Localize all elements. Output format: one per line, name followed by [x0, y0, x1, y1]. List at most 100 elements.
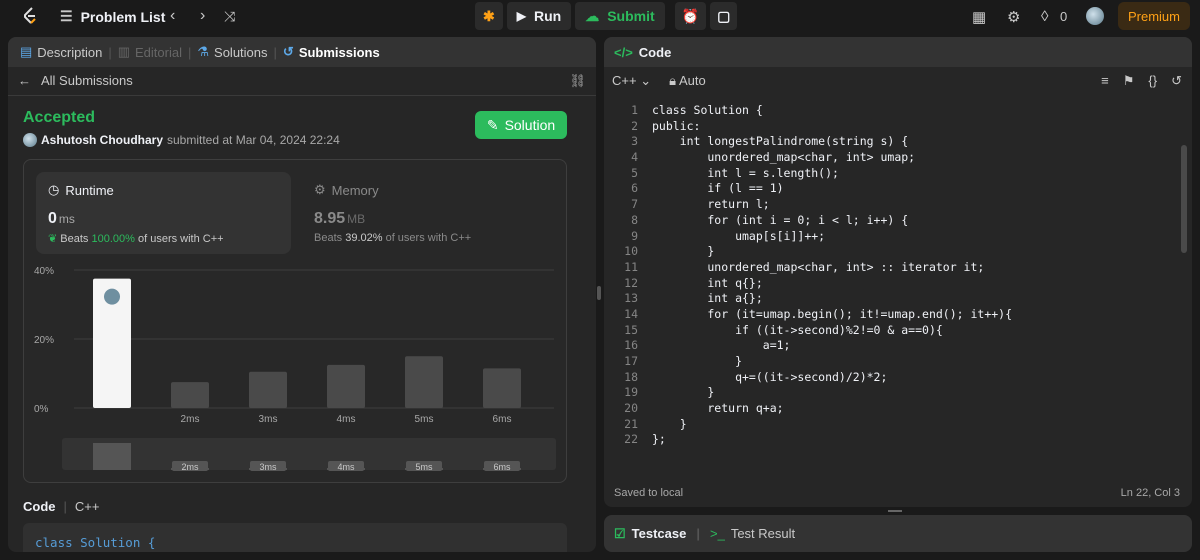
bug-icon: ✱: [483, 7, 495, 24]
memory-stat[interactable]: ⚙ Memory 8.95 MB Beats 39.02% of users wit…: [302, 172, 557, 254]
submit-button[interactable]: ☁ Submit: [575, 2, 665, 30]
shuffle-icon[interactable]: ⤨: [224, 8, 235, 24]
line-text: }: [652, 416, 687, 431]
next-problem-icon[interactable]: ›: [200, 8, 205, 24]
code-line[interactable]: 3 int longestPalindrome(string s) {: [604, 134, 1192, 150]
tab-editorial[interactable]: ▥ Editorial: [118, 44, 182, 60]
code-line[interactable]: 4 unordered_map<char, int> umap;: [604, 150, 1192, 166]
premium-button[interactable]: Premium: [1118, 2, 1190, 30]
line-number: 2: [631, 118, 638, 133]
code-line[interactable]: 21 }: [604, 417, 1192, 433]
submission-meta: Ashutosh Choudhary submitted at Mar 04, …: [23, 133, 340, 147]
horizontal-resize-handle[interactable]: [888, 510, 902, 512]
y-tick-label: 0%: [34, 404, 49, 415]
line-number: 7: [631, 197, 638, 212]
code-line[interactable]: 11 unordered_map<char, int> :: iterator …: [604, 260, 1192, 276]
runtime-beats-prefix: Beats: [60, 233, 89, 245]
code-line[interactable]: 6 if (l == 1): [604, 181, 1192, 197]
submitter-name[interactable]: Ashutosh Choudhary: [41, 133, 163, 147]
code-line[interactable]: 15 if ((it->second)%2!=0 & a==0){: [604, 323, 1192, 339]
code-line[interactable]: 7 return l;: [604, 197, 1192, 213]
auto-mode[interactable]: 🔒︎ Auto: [669, 73, 706, 89]
code-line[interactable]: 8 for (int i = 0; i < l; i++) {: [604, 213, 1192, 229]
braces-icon[interactable]: {}: [1148, 73, 1157, 89]
gear-icon[interactable]: ⚙: [1007, 8, 1020, 26]
code-line[interactable]: 22};: [604, 432, 1192, 448]
test-panel: ☑ Testcase | >_ Test Result: [604, 515, 1192, 552]
code-editor-panel: </> Code C++ ⌄ 🔒︎ Auto ≡ ⚑ {} ↺ 1 class S…: [604, 37, 1192, 507]
code-line[interactable]: 20 return q+a;: [604, 401, 1192, 417]
code-line[interactable]: 9 umap[s[i]]++;: [604, 229, 1192, 245]
code-line[interactable]: 12 int q{};: [604, 276, 1192, 292]
notes-button[interactable]: ▢: [710, 2, 738, 30]
all-submissions-link[interactable]: ← All Submissions: [18, 73, 133, 88]
code-line[interactable]: 13 int a{};: [604, 291, 1192, 307]
reset-icon[interactable]: ↺: [1171, 73, 1182, 89]
tab-solutions[interactable]: ⚗ Solutions: [197, 44, 267, 60]
code-line[interactable]: 16 a=1;: [604, 338, 1192, 354]
lock-icon: 🔒︎: [669, 73, 677, 88]
memory-beats: Beats 39.02% of users with C++: [314, 232, 545, 244]
prev-problem-icon[interactable]: ‹: [170, 8, 175, 24]
mini-label: 4ms: [337, 462, 355, 472]
divider: |: [63, 499, 67, 514]
code-line[interactable]: 5 int l = s.length();: [604, 166, 1192, 182]
line-number: 5: [631, 165, 638, 180]
line-text: };: [652, 432, 666, 447]
cloud-upload-icon: ☁: [585, 7, 600, 24]
timer-button[interactable]: ⏰: [674, 2, 707, 30]
left-tabs: ▤ Description | ▥ Editorial | ⚗ Solutions |…: [8, 37, 596, 67]
code-line[interactable]: 1 class Solution {: [604, 103, 1192, 119]
runtime-stat[interactable]: ◷ Runtime 0 ms ❦ Beats 100.00% of users wi…: [36, 172, 291, 254]
code-line[interactable]: 19 }: [604, 385, 1192, 401]
runtime-label: Runtime: [65, 182, 114, 198]
tab-testcase[interactable]: Testcase: [632, 526, 687, 541]
format-icon[interactable]: ≡: [1101, 73, 1109, 89]
vertical-resize-handle[interactable]: [597, 286, 601, 300]
line-text: int a{};: [652, 291, 763, 306]
code-line[interactable]: 18 q+=((it->second)/2)*2;: [604, 370, 1192, 386]
submit-label: Submit: [607, 8, 655, 24]
user-avatar[interactable]: [1086, 7, 1104, 25]
leetcode-logo-icon[interactable]: [20, 6, 40, 26]
mini-bar: [93, 443, 131, 470]
line-number: 19: [624, 385, 638, 400]
code-line[interactable]: 10 }: [604, 244, 1192, 260]
scrollbar[interactable]: [1181, 145, 1187, 253]
post-solution-button[interactable]: ✎ Solution: [475, 111, 567, 139]
problem-list-link[interactable]: ☰ Problem List: [60, 8, 165, 25]
line-number: 15: [624, 322, 638, 337]
x-tick-label: 2ms: [181, 414, 200, 425]
history-icon: ↺: [282, 44, 294, 59]
tab-description[interactable]: ▤ Description: [20, 44, 102, 60]
runtime-unit: ms: [58, 212, 75, 226]
line-number: 22: [624, 432, 638, 447]
link-icon[interactable]: ⛓: [569, 73, 586, 89]
code-line[interactable]: 17 }: [604, 354, 1192, 370]
x-tick-label: 6ms: [493, 414, 512, 425]
line-text: class Solution {: [652, 103, 763, 117]
code-line[interactable]: 14 for (it=umap.begin(); it!=umap.end();…: [604, 307, 1192, 323]
tab-test-result[interactable]: Test Result: [731, 526, 795, 541]
run-button[interactable]: ▶ Run: [506, 2, 572, 30]
debug-button[interactable]: ✱: [475, 2, 503, 30]
tab-submissions[interactable]: ↺ Submissions: [283, 44, 380, 60]
range-selector: [62, 438, 556, 470]
language-select[interactable]: C++ ⌄: [612, 73, 651, 89]
layout-icon[interactable]: ▦: [972, 8, 986, 26]
checkbox-icon: ☑: [614, 525, 626, 541]
editor-toolbar: C++ ⌄ 🔒︎ Auto: [612, 73, 706, 89]
tab-divider: |: [273, 44, 277, 60]
auto-label: Auto: [678, 73, 706, 88]
line-number: 17: [624, 354, 638, 368]
code-line[interactable]: 2 public:: [604, 119, 1192, 135]
code-editor[interactable]: 1 class Solution {2 public: 3 int longestPa…: [604, 103, 1192, 448]
bar-avatar: [104, 288, 120, 305]
line-number: 4: [631, 150, 638, 165]
code-section-header: Code | C++: [23, 499, 99, 514]
fire-icon[interactable]: ◊: [1041, 8, 1048, 25]
arrow-left-icon: ←: [18, 73, 31, 88]
line-number: 18: [624, 369, 638, 384]
streak-count: 0: [1060, 9, 1068, 24]
bookmark-icon[interactable]: ⚑: [1123, 73, 1135, 89]
